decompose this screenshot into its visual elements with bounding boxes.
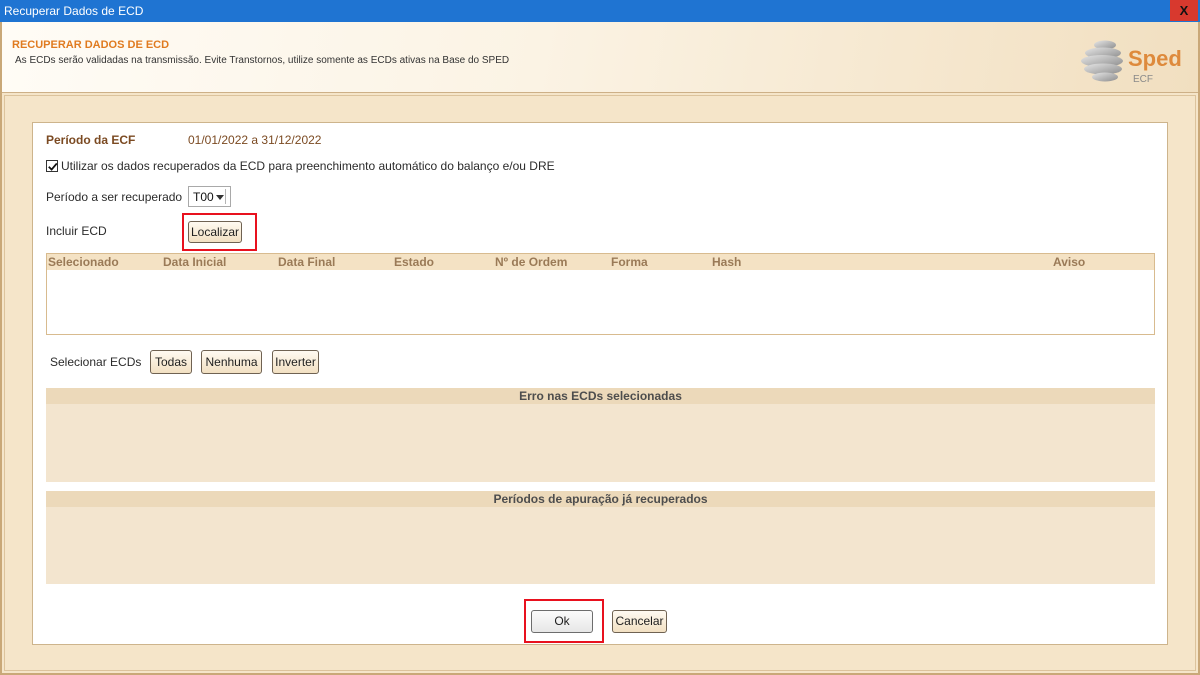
- dialog-header-title: RECUPERAR DADOS DE ECD: [12, 39, 170, 51]
- errors-panel-title: Erro nas ECDs selecionadas: [46, 388, 1155, 404]
- periodo-ecf-label: Período da ECF: [46, 133, 136, 147]
- sped-ecf-logo: Sped ECF: [1081, 40, 1182, 85]
- auto-fill-checkbox-label[interactable]: Utilizar os dados recuperados da ECD par…: [61, 159, 555, 173]
- ecd-table: Selecionado Data Inicial Data Final Esta…: [46, 253, 1155, 335]
- errors-panel: Erro nas ECDs selecionadas: [46, 388, 1155, 482]
- auto-fill-checkbox[interactable]: [46, 160, 58, 172]
- window-title-bar[interactable]: [0, 0, 1200, 22]
- column-header-aviso: Aviso: [1053, 255, 1086, 269]
- cancel-button[interactable]: Cancelar: [612, 610, 667, 633]
- periods-panel-title: Períodos de apuração já recuperados: [46, 491, 1155, 507]
- checkmark-icon: [48, 162, 58, 171]
- column-header-data-final: Data Final: [278, 255, 336, 269]
- periodo-ecf-value: 01/01/2022 a 31/12/2022: [188, 133, 322, 147]
- select-all-button[interactable]: Todas: [150, 350, 192, 374]
- column-header-numero-ordem: Nº de Ordem: [495, 255, 568, 269]
- column-header-estado: Estado: [394, 255, 435, 269]
- ecd-table-header: Selecionado Data Inicial Data Final Esta…: [47, 254, 1154, 270]
- invert-selection-button[interactable]: Inverter: [272, 350, 319, 374]
- logo-text: Sped: [1128, 46, 1182, 71]
- selecionar-ecds-label: Selecionar ECDs: [50, 355, 142, 369]
- logo-subtext: ECF: [1133, 74, 1153, 85]
- ecd-table-body[interactable]: [47, 270, 1154, 334]
- column-header-forma: Forma: [611, 255, 648, 269]
- highlight-box-localizar: [182, 213, 257, 251]
- chevron-down-icon[interactable]: [216, 195, 224, 200]
- periodo-recuperado-label: Período a ser recuperado: [46, 190, 183, 204]
- close-icon: X: [1179, 3, 1189, 18]
- column-header-selecionado: Selecionado: [48, 255, 119, 269]
- periods-panel: Períodos de apuração já recuperados: [46, 491, 1155, 584]
- periodo-recuperado-value: T00: [193, 190, 214, 204]
- dialog-header-subtitle: As ECDs serão validadas na transmissão. …: [15, 55, 510, 66]
- sped-discs-icon: [1081, 40, 1123, 82]
- highlight-box-ok: [524, 599, 604, 643]
- column-header-hash: Hash: [712, 255, 742, 269]
- periodo-recuperado-select[interactable]: T00: [188, 186, 231, 207]
- column-header-data-inicial: Data Inicial: [163, 255, 227, 269]
- combo-divider: [225, 189, 226, 204]
- select-none-button[interactable]: Nenhuma: [201, 350, 262, 374]
- window-title: Recuperar Dados de ECD: [4, 4, 144, 18]
- close-button[interactable]: X: [1170, 0, 1198, 21]
- incluir-ecd-label: Incluir ECD: [46, 224, 107, 238]
